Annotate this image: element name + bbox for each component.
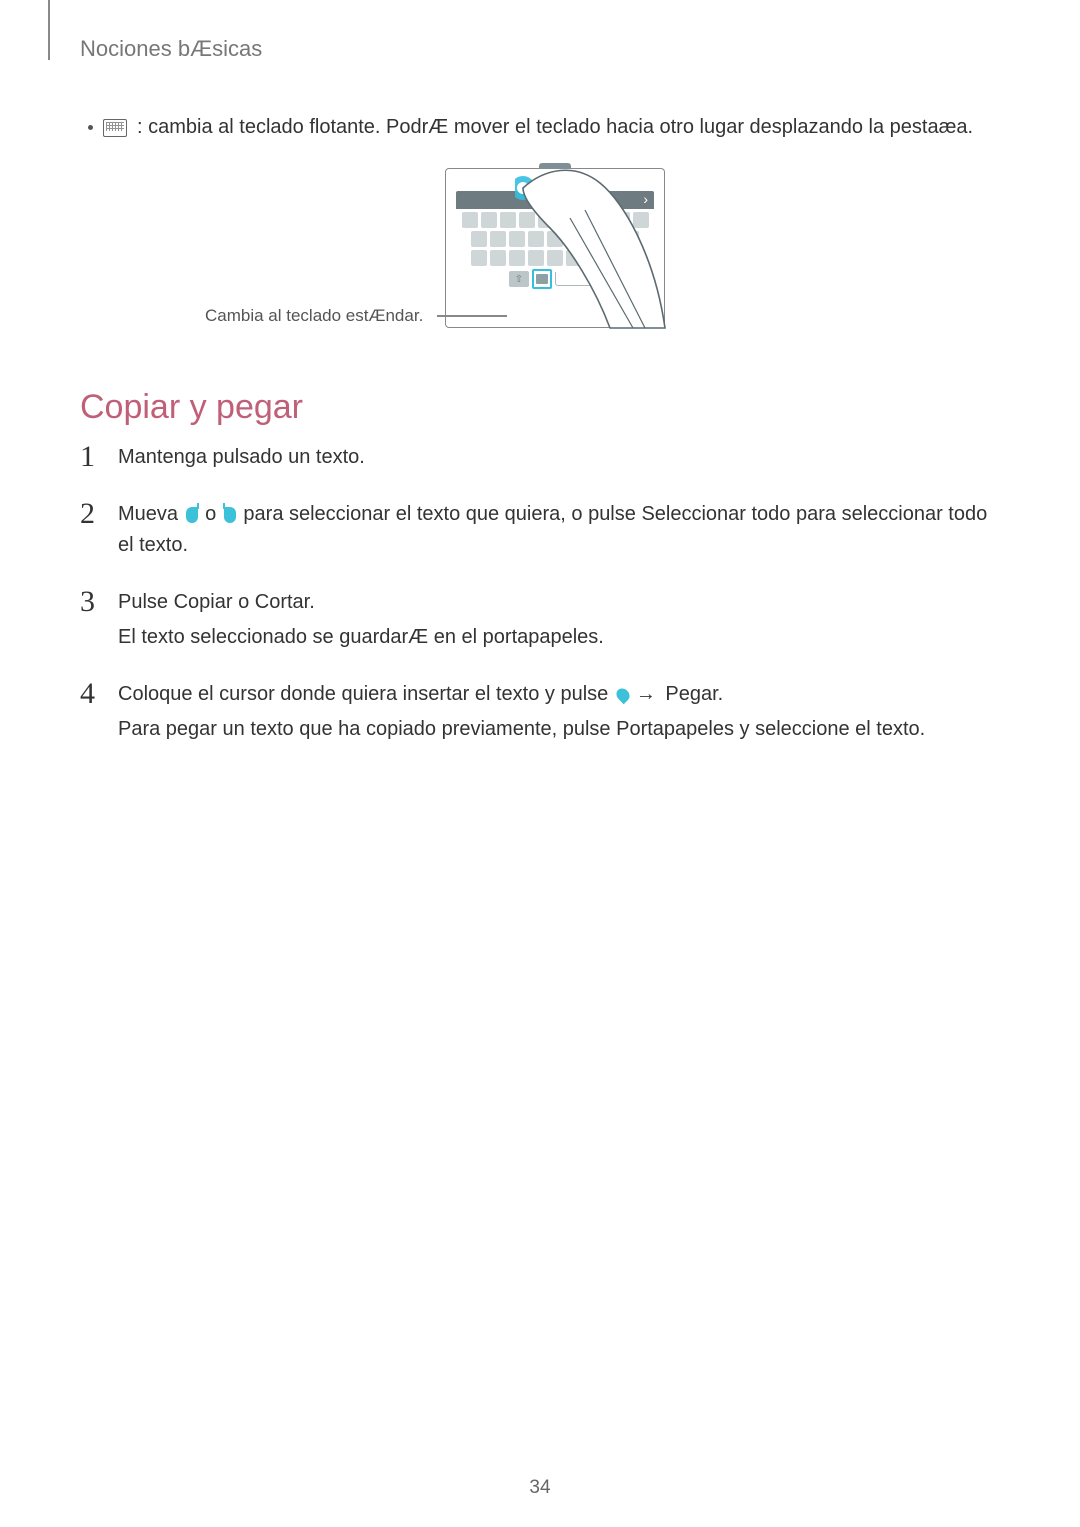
step-text: Coloque el cursor donde quiera insertar … [118,679,1000,745]
action-label: Portapapeles [616,718,734,740]
keyboard: ⇧ [456,191,654,321]
step-1: 1 Mantenga pulsado un texto. [80,442,1000,473]
standard-keyboard-button-highlight [532,269,552,289]
keyboard-drag-tab [539,163,571,169]
text: Pulse [118,591,174,613]
action-label: Pegar [660,683,718,705]
text: o [233,591,255,613]
arrow-icon: → [636,683,656,705]
step-text: Mueva o para seleccionar el texto que qu… [118,499,1000,561]
device-screen: ⇧ [445,168,665,328]
text: para seleccionar el texto que quiera, o … [243,503,641,525]
text: . [718,683,724,705]
text: . [309,591,315,613]
bullet-item: : cambia al teclado flotante. PodrÆ move… [88,116,1040,139]
figure-callout-text: Cambia al teclado estÆndar. [205,306,423,326]
step-3: 3 Pulse Copiar o Cortar. El texto selecc… [80,587,1000,653]
step-number: 1 [80,442,100,472]
page-number: 34 [529,1477,550,1499]
selection-handle-left-icon [186,507,198,523]
ordered-steps: 1 Mantenga pulsado un texto. 2 Mueva o p… [80,442,1000,771]
step-subtext: El texto seleccionado se guardarÆ en el … [118,622,1000,653]
text: o [205,503,222,525]
spacebar-icon [555,272,601,286]
keyboard-rows: ⇧ [456,209,654,292]
bullet-text: : cambia al teclado flotante. PodrÆ move… [137,116,973,139]
action-label: Seleccionar todo [641,503,790,525]
step-4: 4 Coloque el cursor donde quiera inserta… [80,679,1000,745]
page-header: Nociones bÆsicas [80,36,262,62]
callout-leader-line [437,315,507,317]
action-label: Cortar [255,591,309,613]
side-rule [48,0,50,60]
cursor-handle-icon [614,686,632,704]
step-subtext: Para pegar un texto que ha copiado previ… [118,714,1000,745]
step-number: 3 [80,587,100,617]
keyboard-toolbar [456,191,654,209]
section-heading: Copiar y pegar [80,388,303,427]
step-number: 2 [80,499,100,529]
step-number: 4 [80,679,100,709]
text: Para pegar un texto que ha copiado previ… [118,718,616,740]
step-2: 2 Mueva o para seleccionar el texto que … [80,499,1000,561]
text: Mueva [118,503,184,525]
bullet-dot [88,125,93,130]
action-label: Copiar [174,591,233,613]
step-text: Pulse Copiar o Cortar. El texto seleccio… [118,587,1000,653]
text: Coloque el cursor donde quiera insertar … [118,683,614,705]
selection-handle-right-icon [224,507,236,523]
step-text: Mantenga pulsado un texto. [118,442,1000,473]
text: y seleccione el texto. [734,718,925,740]
keyboard-icon [103,119,127,137]
figure-floating-keyboard: ⇧ Cambia al teclado estÆndar. [405,168,705,328]
shift-key-icon: ⇧ [509,271,529,287]
